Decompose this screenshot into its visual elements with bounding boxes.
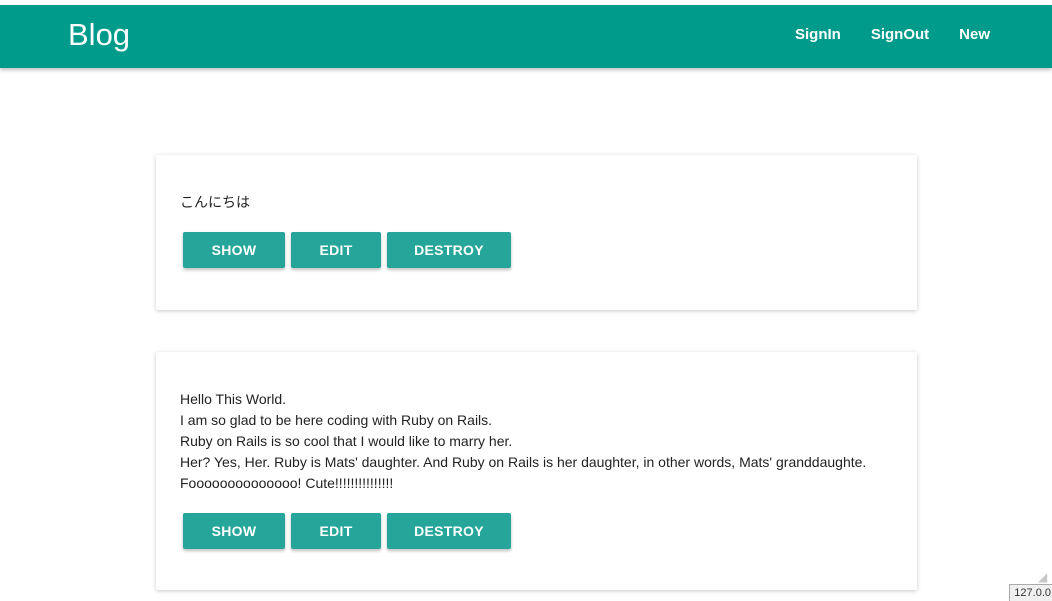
post-card: こんにちは SHOW EDIT DESTROY	[156, 155, 917, 310]
show-button[interactable]: SHOW	[183, 232, 285, 268]
show-button[interactable]: SHOW	[183, 513, 285, 549]
nav-links: SignIn SignOut New	[795, 26, 990, 43]
post-card: Hello This World. I am so glad to be her…	[156, 352, 917, 590]
nav-signout-link[interactable]: SignOut	[871, 26, 929, 43]
nav-signin-link[interactable]: SignIn	[795, 26, 841, 43]
destroy-button[interactable]: DESTROY	[387, 232, 511, 268]
post-actions: SHOW EDIT DESTROY	[183, 513, 511, 549]
edit-button[interactable]: EDIT	[291, 513, 381, 549]
destroy-button[interactable]: DESTROY	[387, 513, 511, 549]
status-bar-url: 127.0.0	[1009, 584, 1052, 601]
edit-button[interactable]: EDIT	[291, 232, 381, 268]
post-actions: SHOW EDIT DESTROY	[183, 232, 511, 268]
brand-logo[interactable]: Blog	[68, 17, 130, 53]
nav-new-link[interactable]: New	[959, 26, 990, 43]
post-content: Hello This World. I am so glad to be her…	[180, 391, 867, 491]
post-content: こんにちは	[180, 194, 250, 210]
resize-grip-icon[interactable]: ◢	[1038, 571, 1050, 583]
top-navbar: Blog SignIn SignOut New	[0, 5, 1052, 68]
